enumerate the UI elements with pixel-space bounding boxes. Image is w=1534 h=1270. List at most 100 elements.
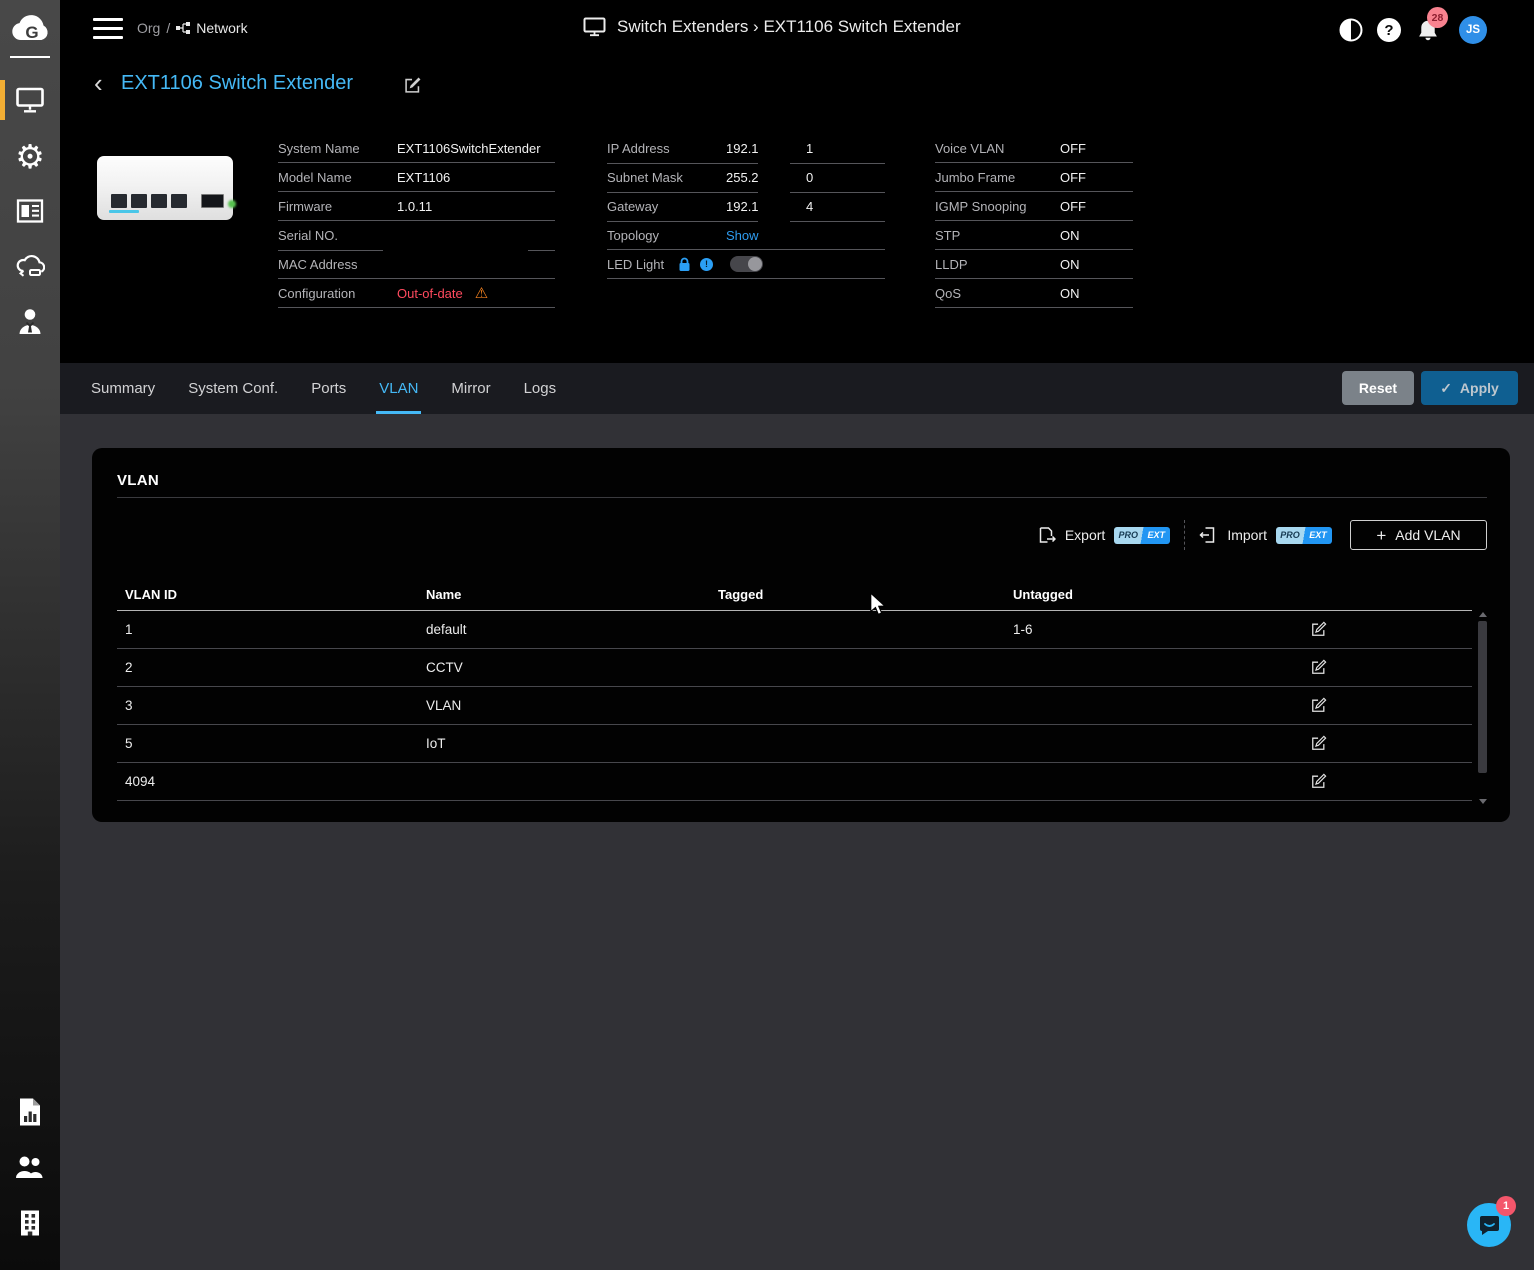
tab-vlan[interactable]: VLAN	[379, 363, 418, 414]
edit-icon	[1310, 773, 1327, 790]
help-button[interactable]: ?	[1377, 18, 1401, 42]
engenius-cloud-logo-icon[interactable]: G	[8, 7, 52, 51]
info-label: Subnet Mask	[607, 170, 726, 185]
info-value-fragment: 4	[806, 199, 813, 214]
breadcrumb-network[interactable]: Network	[196, 20, 247, 36]
info-value: 1.0.11	[397, 199, 432, 214]
tab-ports[interactable]: Ports	[311, 363, 346, 414]
info-value: OFF	[1060, 170, 1086, 185]
info-value: 192.1	[726, 141, 759, 156]
edit-row-button[interactable]	[1298, 735, 1338, 752]
badge-pro-label: PRO	[1114, 527, 1142, 544]
topology-show-link[interactable]: Show	[726, 228, 759, 243]
info-label: Serial NO.	[278, 228, 397, 243]
sidebar-item-organization[interactable]	[0, 1203, 60, 1243]
card-title-divider	[117, 497, 1487, 498]
info-value: 255.2	[726, 170, 759, 185]
col-header-untagged: Untagged	[1005, 587, 1298, 602]
edit-row-button[interactable]	[1298, 659, 1338, 676]
scroll-up-arrow[interactable]	[1479, 612, 1487, 617]
table-row[interactable]: 5 IoT	[117, 725, 1472, 763]
toolbar-divider	[1184, 520, 1185, 550]
back-button[interactable]: ‹	[94, 70, 103, 96]
info-label: Firmware	[278, 199, 397, 214]
sidebar-item-settings[interactable]: ⚙	[0, 136, 60, 176]
header-title-text: Switch Extenders › EXT1106 Switch Extend…	[617, 17, 961, 37]
table-row[interactable]: 2 CCTV	[117, 649, 1472, 687]
tab-system-conf[interactable]: System Conf.	[188, 363, 278, 414]
edit-title-button[interactable]	[403, 76, 422, 98]
breadcrumb-org[interactable]: Org	[137, 20, 160, 36]
sidebar-item-users[interactable]	[0, 1147, 60, 1187]
hamburger-menu-icon[interactable]	[93, 18, 123, 39]
export-button[interactable]: Export PRO EXT	[1037, 526, 1170, 544]
monitor-icon	[15, 86, 45, 114]
edit-row-button[interactable]	[1298, 621, 1338, 638]
info-value: OFF	[1060, 141, 1086, 156]
sidebar-divider	[10, 56, 50, 58]
info-value: ON	[1060, 257, 1080, 272]
sidebar-item-report[interactable]	[0, 1092, 60, 1132]
cell-vlan-id: 3	[117, 698, 418, 713]
sidebar-item-devices[interactable]	[0, 80, 60, 120]
tab-summary[interactable]: Summary	[91, 363, 155, 414]
table-scrollbar[interactable]	[1477, 612, 1489, 804]
led-light-toggle[interactable]	[730, 256, 763, 272]
avatar[interactable]: JS	[1459, 16, 1487, 44]
info-row-ip: IP Address 192.1 1	[607, 134, 885, 163]
tab-logs[interactable]: Logs	[524, 363, 557, 414]
apply-button[interactable]: ✓ Apply	[1421, 371, 1518, 405]
building-icon	[18, 1209, 42, 1237]
info-label: IP Address	[607, 141, 726, 156]
info-label: Voice VLAN	[935, 141, 1060, 156]
info-label: Gateway	[607, 199, 726, 214]
import-button[interactable]: Import PRO EXT	[1199, 526, 1332, 544]
col-header-name: Name	[418, 587, 710, 602]
scrollbar-thumb[interactable]	[1478, 621, 1487, 773]
info-row-topology: Topology Show	[607, 221, 885, 250]
svg-text:G: G	[25, 23, 38, 42]
sidebar: G ⚙	[0, 0, 60, 1270]
table-row[interactable]: 1 default 1-6	[117, 611, 1472, 649]
app-root: G ⚙	[0, 0, 1534, 1270]
info-row-jumbo-frame: Jumbo Frame OFF	[935, 163, 1133, 192]
cell-name: VLAN	[418, 698, 710, 713]
info-row-model-name: Model Name EXT1106	[278, 163, 555, 192]
warning-icon: ⚠	[475, 286, 488, 301]
sidebar-item-firmware-cloud[interactable]	[0, 246, 60, 286]
badge-ext-label: EXT	[1142, 527, 1170, 544]
sidebar-item-admin[interactable]	[0, 301, 60, 341]
edit-icon	[1310, 621, 1327, 638]
scroll-down-arrow[interactable]	[1479, 799, 1487, 804]
chat-badge: 1	[1496, 1196, 1516, 1216]
tab-bar: Summary System Conf. Ports VLAN Mirror L…	[60, 363, 1534, 414]
badge-pro-label: PRO	[1276, 527, 1304, 544]
export-label: Export	[1065, 527, 1105, 543]
table-row[interactable]: 3 VLAN	[117, 687, 1472, 725]
news-icon	[16, 198, 44, 224]
breadcrumb: Org / Network	[137, 20, 248, 36]
vlan-toolbar: Export PRO EXT Import PRO EXT +	[1037, 520, 1487, 550]
edit-row-button[interactable]	[1298, 697, 1338, 714]
sidebar-item-reports-news[interactable]	[0, 191, 60, 231]
edit-row-button[interactable]	[1298, 773, 1338, 790]
info-label: System Name	[278, 141, 397, 156]
cell-vlan-id: 5	[117, 736, 418, 751]
table-row[interactable]: 4094	[117, 763, 1472, 801]
theme-contrast-button[interactable]	[1339, 18, 1363, 45]
reset-button[interactable]: Reset	[1342, 371, 1414, 405]
lock-icon	[678, 257, 691, 272]
pro-ext-badge: PRO EXT	[1276, 527, 1332, 544]
info-value: OFF	[1060, 199, 1086, 214]
info-value: 192.1	[726, 199, 759, 214]
import-label: Import	[1227, 527, 1267, 543]
info-value: ON	[1060, 228, 1080, 243]
info-row-qos: QoS ON	[935, 279, 1133, 308]
add-vlan-button[interactable]: + Add VLAN	[1350, 520, 1487, 550]
tab-mirror[interactable]: Mirror	[451, 363, 490, 414]
breadcrumb-separator: /	[166, 20, 170, 36]
file-export-icon	[1037, 526, 1056, 544]
chat-bubble-icon	[1478, 1214, 1501, 1236]
monitor-icon	[583, 17, 606, 37]
info-row-system-name: System Name EXT1106SwitchExtender	[278, 134, 555, 163]
